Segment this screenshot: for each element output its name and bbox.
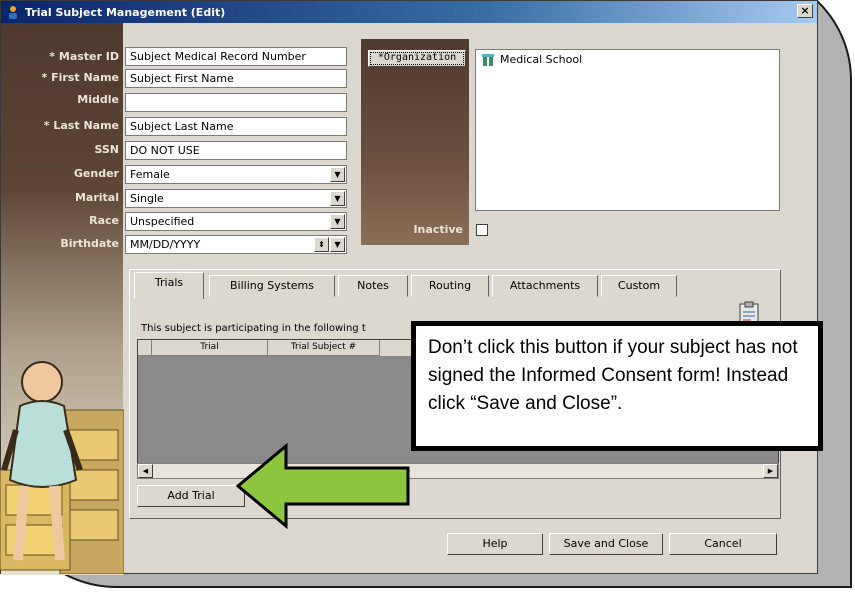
person-icon bbox=[9, 6, 17, 19]
inactive-checkbox[interactable] bbox=[476, 224, 488, 236]
ssn-input[interactable]: DO NOT USE bbox=[125, 141, 347, 160]
tree-item-medical-school[interactable]: Medical School bbox=[482, 53, 582, 66]
help-button[interactable]: Help bbox=[447, 533, 543, 555]
row-selector-column bbox=[138, 340, 152, 356]
organization-button[interactable]: *Organization bbox=[368, 50, 466, 67]
window-title: Trial Subject Management (Edit) bbox=[25, 5, 226, 19]
chevron-down-icon[interactable]: ▼ bbox=[330, 214, 345, 229]
org-icon bbox=[482, 53, 494, 66]
tab-notes[interactable]: Notes bbox=[338, 275, 408, 297]
title-bar[interactable]: Trial Subject Management (Edit) × bbox=[1, 1, 817, 23]
first-name-label: * First Name bbox=[41, 71, 119, 84]
tab-custom[interactable]: Custom bbox=[601, 275, 677, 297]
birthdate-value: MM/DD/YYYY bbox=[130, 238, 201, 251]
tab-routing[interactable]: Routing bbox=[411, 275, 489, 297]
add-trial-button[interactable]: Add Trial bbox=[137, 485, 245, 507]
column-header-trial-subject[interactable]: Trial Subject # bbox=[268, 340, 380, 356]
scroll-right-icon[interactable]: ▶ bbox=[763, 464, 778, 478]
gender-select[interactable]: Female ▼ bbox=[125, 165, 347, 184]
tree-item-label: Medical School bbox=[500, 53, 583, 66]
master-id-label: * Master ID bbox=[49, 50, 119, 63]
race-select[interactable]: Unspecified ▼ bbox=[125, 212, 347, 231]
gender-label: Gender bbox=[73, 167, 119, 180]
trials-hint: This subject is participating in the fol… bbox=[141, 323, 366, 334]
save-and-close-button[interactable]: Save and Close bbox=[549, 533, 663, 555]
inactive-label: Inactive bbox=[413, 223, 463, 236]
race-label: Race bbox=[89, 214, 119, 227]
scroll-left-icon[interactable]: ◀ bbox=[138, 464, 153, 478]
tab-trials[interactable]: Trials bbox=[134, 272, 204, 299]
last-name-label: * Last Name bbox=[43, 119, 119, 132]
spinner-icon[interactable]: ⬍ bbox=[314, 237, 329, 252]
marital-value: Single bbox=[130, 192, 164, 205]
ssn-label: SSN bbox=[94, 143, 119, 156]
warning-callout: Don’t click this button if your subject … bbox=[411, 321, 823, 451]
gender-value: Female bbox=[130, 168, 170, 181]
chevron-down-icon[interactable]: ▼ bbox=[330, 191, 345, 206]
middle-input[interactable] bbox=[125, 93, 347, 112]
tab-billing-systems[interactable]: Billing Systems bbox=[209, 275, 335, 297]
birthdate-label: Birthdate bbox=[60, 237, 119, 250]
column-header-trial[interactable]: Trial bbox=[152, 340, 268, 356]
chevron-down-icon[interactable]: ▼ bbox=[330, 167, 345, 182]
pointer-arrow-icon bbox=[236, 443, 410, 529]
middle-label: Middle bbox=[77, 93, 119, 106]
race-value: Unspecified bbox=[130, 215, 195, 228]
birthdate-picker[interactable]: MM/DD/YYYY ⬍ ▼ bbox=[125, 235, 347, 254]
tab-attachments[interactable]: Attachments bbox=[492, 275, 598, 297]
cancel-button[interactable]: Cancel bbox=[669, 533, 777, 555]
close-button[interactable]: × bbox=[797, 4, 813, 18]
marital-select[interactable]: Single ▼ bbox=[125, 189, 347, 208]
organization-tree[interactable]: Medical School bbox=[475, 49, 780, 211]
patient-illustration bbox=[0, 361, 124, 574]
first-name-input[interactable]: Subject First Name bbox=[125, 69, 347, 88]
marital-label: Marital bbox=[74, 191, 119, 204]
horizontal-scrollbar[interactable]: ◀ ▶ bbox=[137, 463, 779, 479]
chevron-down-icon[interactable]: ▼ bbox=[330, 237, 345, 252]
last-name-input[interactable]: Subject Last Name bbox=[125, 117, 347, 136]
master-id-input[interactable]: Subject Medical Record Number bbox=[125, 47, 347, 66]
organization-panel bbox=[361, 39, 469, 245]
